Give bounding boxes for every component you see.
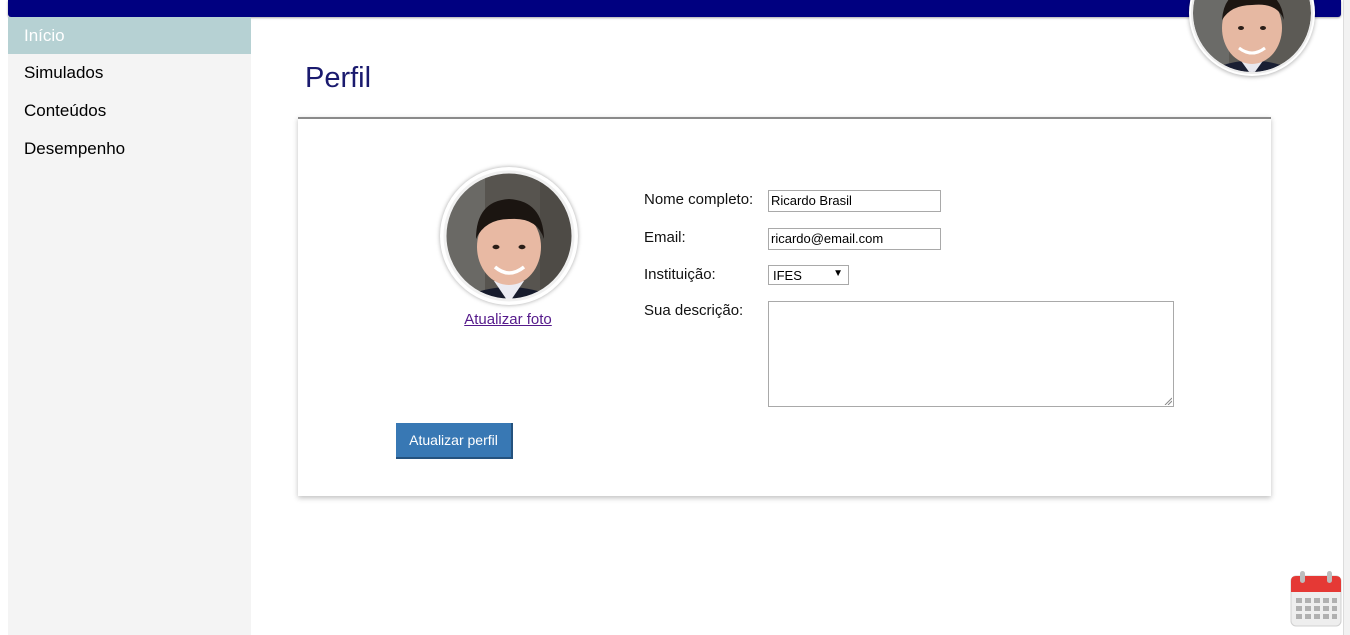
institution-label: Instituição:: [644, 266, 716, 283]
user-avatar: [440, 167, 578, 305]
name-label: Nome completo:: [644, 191, 754, 208]
page-title: Perfil: [305, 62, 372, 94]
profile-card: Atualizar foto Nome completo: Ricardo Br…: [298, 117, 1271, 496]
name-field[interactable]: Ricardo Brasil: [768, 190, 941, 212]
chevron-down-icon: ▼: [833, 268, 843, 279]
sidebar-item-simulados[interactable]: Simulados: [8, 54, 251, 92]
description-label: Sua descrição:: [644, 302, 744, 319]
top-navbar: [8, 0, 1341, 17]
sidebar-item-inicio[interactable]: Início: [8, 17, 251, 54]
institution-value: IFES: [773, 268, 802, 283]
institution-select[interactable]: IFES ▼: [768, 265, 849, 285]
update-profile-button[interactable]: Atualizar perfil: [396, 423, 513, 459]
calendar-icon[interactable]: [1290, 570, 1342, 628]
email-field[interactable]: ricardo@email.com: [768, 228, 941, 250]
update-photo-link[interactable]: Atualizar foto: [463, 311, 553, 328]
resize-handle-icon[interactable]: [1164, 397, 1172, 405]
description-textarea[interactable]: [768, 301, 1174, 407]
scrollbar[interactable]: [1343, 0, 1350, 635]
sidebar-item-conteudos[interactable]: Conteúdos: [8, 92, 251, 130]
email-label: Email:: [644, 229, 686, 246]
sidebar: Início Simulados Conteúdos Desempenho: [8, 17, 251, 635]
sidebar-item-desempenho[interactable]: Desempenho: [8, 130, 251, 168]
user-avatar-header[interactable]: [1189, 0, 1315, 76]
